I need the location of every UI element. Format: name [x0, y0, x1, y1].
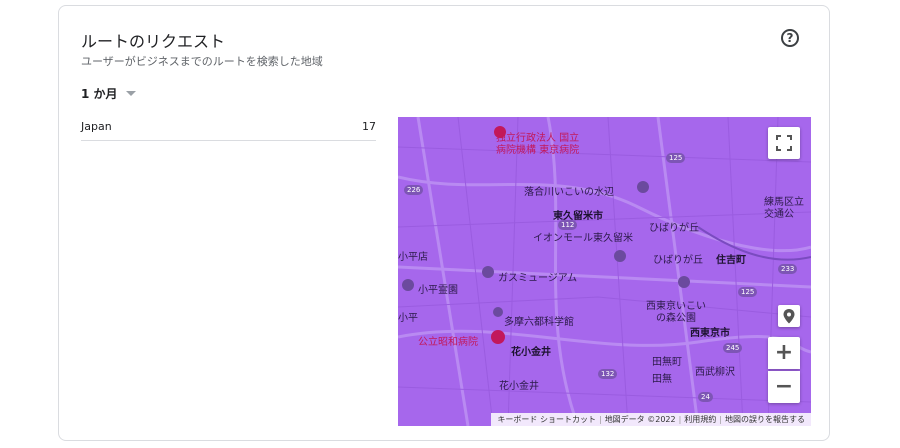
report-error-link[interactable]: 地図の誤りを報告する	[722, 414, 808, 425]
map-label-hibarigaoka2: ひばりが丘	[653, 255, 703, 266]
card-subtitle: ユーザーがビジネスまでのルートを検索した地域	[81, 55, 323, 68]
terms-link[interactable]: 利用規約	[681, 414, 719, 425]
map-label-nishitokyo-park-2: の森公園	[656, 313, 696, 324]
map-label-store: 小平店	[398, 252, 428, 263]
location-row: Japan 17	[81, 120, 376, 141]
map-label-hanakoganei: 花小金井	[511, 347, 551, 358]
keyboard-shortcuts-link[interactable]: キーボード ショートカット	[494, 414, 599, 425]
route-badge: 24	[698, 392, 713, 402]
location-count: 17	[362, 120, 376, 133]
map-label-hanakoganei-2: 花小金井	[499, 381, 539, 392]
map-label-kodaira-reien: 小平霊園	[418, 285, 458, 296]
map-label-tanashi: 田無	[652, 374, 672, 385]
route-badge: 125	[738, 287, 758, 297]
map-label-gas-museum: ガスミュージアム	[498, 273, 578, 284]
period-selected-label: 1 か月	[81, 87, 118, 101]
route-badge: 125	[666, 153, 686, 163]
map-label-tanashi-cho: 田無町	[652, 357, 682, 368]
route-badge: 233	[778, 264, 798, 274]
fullscreen-button[interactable]	[768, 127, 800, 159]
map-label-tama-rokuto: 多摩六都科学館	[504, 317, 574, 328]
route-badge: 112	[558, 220, 578, 230]
chevron-down-icon	[125, 91, 136, 96]
minus-icon: −	[774, 374, 794, 399]
help-icon[interactable]: ?	[781, 29, 799, 47]
plus-icon: +	[774, 340, 794, 365]
map-roads	[398, 117, 811, 426]
card-title: ルートのリクエスト	[81, 32, 226, 51]
route-requests-card: ルートのリクエスト ユーザーがビジネスまでのルートを検索した地域 ? 1 か月 …	[58, 5, 830, 441]
map-label-sumiyoshi: 住吉町	[716, 255, 746, 266]
zoom-out-button[interactable]: −	[768, 371, 800, 403]
map-view[interactable]: 独立行政法人 国立 病院機構 東京病院 落合川いこいの水辺 東久留米市 ひばりが…	[398, 117, 811, 426]
location-pin-button[interactable]	[778, 305, 800, 327]
fullscreen-icon	[776, 135, 792, 151]
map-label-nerima-2: 交通公	[764, 209, 794, 220]
map-attribution: キーボード ショートカット | 地図データ ©2022 | 利用規約 | 地図の…	[491, 413, 811, 426]
route-badge: 226	[404, 185, 424, 195]
route-badge: 245	[723, 343, 743, 353]
map-pin-icon	[783, 309, 795, 324]
map-label-aeon: イオンモール東久留米	[533, 233, 633, 244]
period-dropdown[interactable]: 1 か月	[81, 85, 136, 102]
map-label-showa-hospital: 公立昭和病院	[418, 337, 478, 348]
map-label-hibarigaoka: ひばりが丘	[649, 223, 699, 234]
map-label-kodaira: 小平	[398, 313, 418, 324]
route-badge: 132	[598, 369, 618, 379]
map-data-label: 地図データ ©2022	[604, 415, 676, 424]
map-label-hospital-b: 病院機構 東京病院	[496, 145, 580, 156]
map-label-seibu-yagisawa: 西武柳沢	[695, 367, 735, 378]
map-label-nishitokyo: 西東京市	[690, 328, 730, 339]
location-name: Japan	[81, 120, 112, 133]
map-label-ochiai: 落合川いこいの水辺	[524, 187, 614, 198]
zoom-in-button[interactable]: +	[768, 337, 800, 369]
